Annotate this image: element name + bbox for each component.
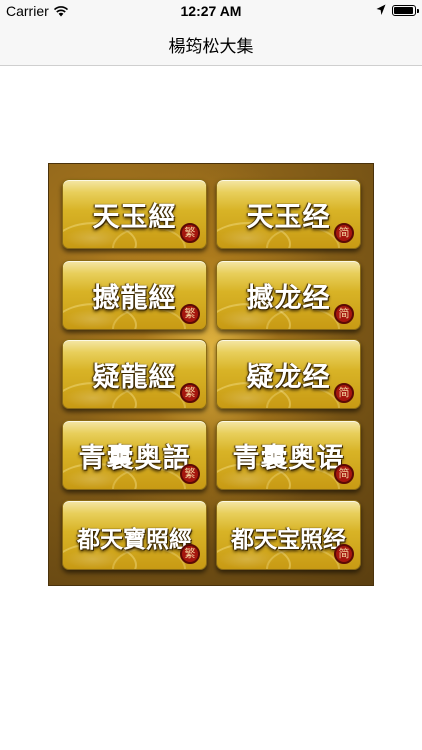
book-tile-hanlong-traditional[interactable]: 撼龍經 繁 <box>62 260 207 330</box>
simplified-seal-icon: 简 <box>334 544 354 564</box>
book-menu-panel: 天玉經 繁 天玉经 简 撼龍經 繁 撼龙经 简 疑龍經 繁 疑龙经 简 青囊奥語… <box>48 163 374 586</box>
book-tile-qingnang-simplified[interactable]: 青囊奥语 简 <box>216 420 361 490</box>
book-tile-yilong-traditional[interactable]: 疑龍經 繁 <box>62 339 207 409</box>
status-right-group <box>376 4 419 16</box>
status-bar: Carrier 12:27 AM <box>0 0 422 22</box>
status-time: 12:27 AM <box>180 3 242 19</box>
simplified-seal-icon: 简 <box>334 464 354 484</box>
simplified-seal-icon: 简 <box>334 383 354 403</box>
book-tile-qingnang-traditional[interactable]: 青囊奥語 繁 <box>62 420 207 490</box>
battery-fill <box>394 6 413 14</box>
simplified-seal-icon: 简 <box>334 304 354 324</box>
book-tile-dutian-simplified[interactable]: 都天宝照经 简 <box>216 500 361 570</box>
book-tile-dutian-traditional[interactable]: 都天寶照經 繁 <box>62 500 207 570</box>
battery-icon <box>392 4 419 16</box>
traditional-seal-icon: 繁 <box>180 544 200 564</box>
simplified-seal-icon: 简 <box>334 223 354 243</box>
book-tile-hanlong-simplified[interactable]: 撼龙经 简 <box>216 260 361 330</box>
book-tile-tianyu-simplified[interactable]: 天玉经 简 <box>216 179 361 249</box>
traditional-seal-icon: 繁 <box>180 223 200 243</box>
traditional-seal-icon: 繁 <box>180 464 200 484</box>
traditional-seal-icon: 繁 <box>180 383 200 403</box>
traditional-seal-icon: 繁 <box>180 304 200 324</box>
location-arrow-icon <box>376 4 386 15</box>
book-tile-yilong-simplified[interactable]: 疑龙经 简 <box>216 339 361 409</box>
page-title: 楊筠松大集 <box>168 37 254 57</box>
book-tile-tianyu-traditional[interactable]: 天玉經 繁 <box>62 179 207 249</box>
navigation-bar: 楊筠松大集 <box>0 22 422 66</box>
